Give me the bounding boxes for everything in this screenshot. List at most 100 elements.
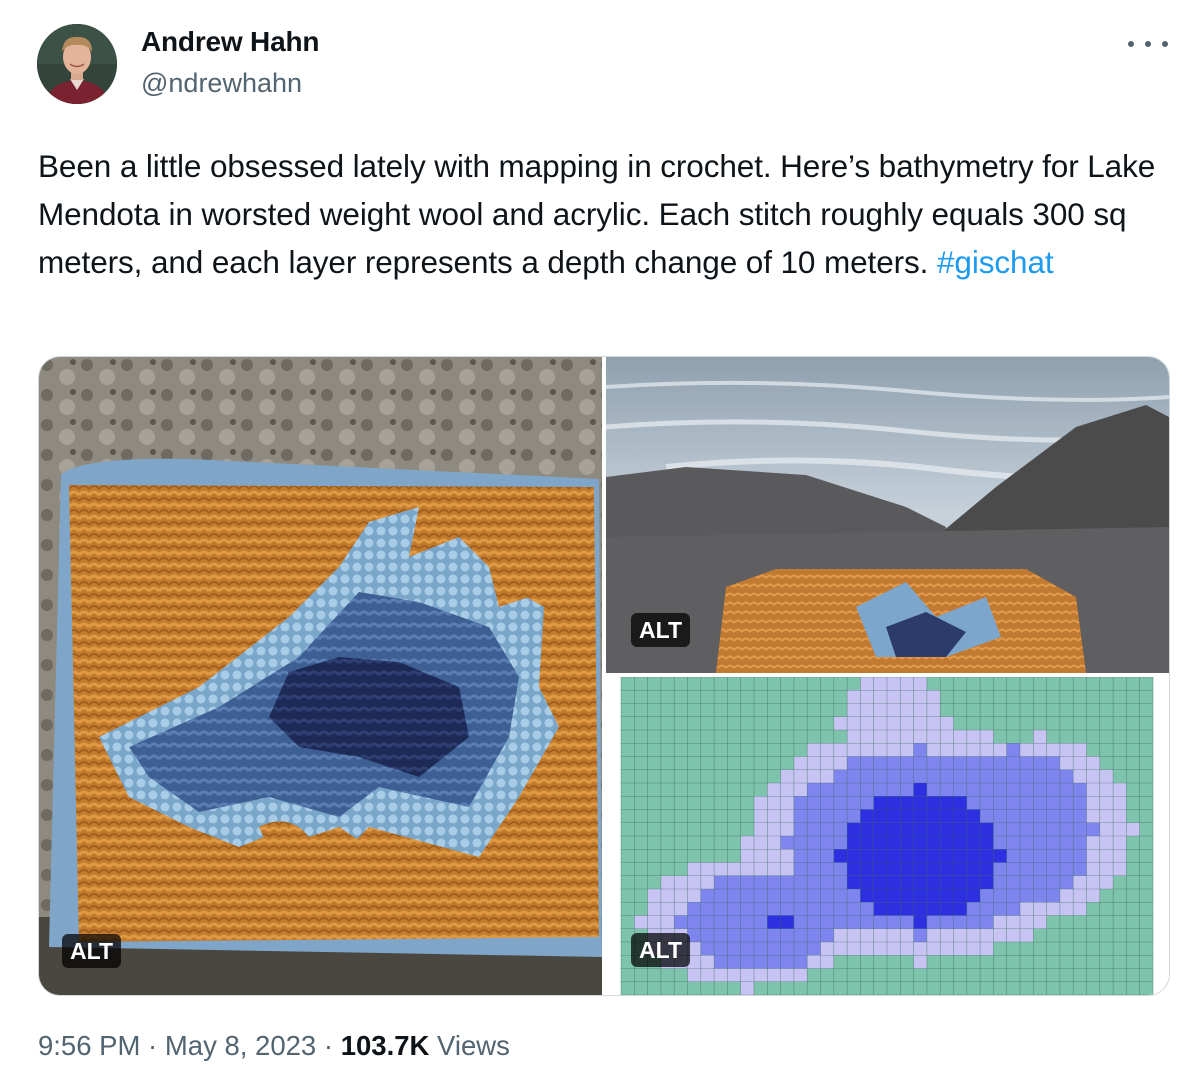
avatar[interactable] bbox=[37, 24, 117, 104]
grid-cell bbox=[1033, 743, 1047, 757]
grid-cell bbox=[1059, 836, 1074, 850]
grid-cell bbox=[1113, 796, 1127, 810]
grid-cell bbox=[780, 849, 794, 863]
grid-cell bbox=[820, 836, 834, 850]
tweet-date[interactable]: May 8, 2023 bbox=[165, 1030, 316, 1061]
grid-cell bbox=[887, 902, 901, 916]
grid-cell bbox=[900, 836, 914, 850]
alt-badge[interactable]: ALT bbox=[631, 613, 691, 647]
grid-cell bbox=[754, 955, 768, 969]
grid-cell bbox=[993, 902, 1007, 916]
grid-cell bbox=[714, 928, 728, 942]
grid-cell bbox=[966, 942, 981, 956]
grid-cell bbox=[793, 769, 808, 783]
author-name[interactable]: Andrew Hahn bbox=[141, 26, 319, 58]
grid-map-image[interactable]: ALT bbox=[606, 677, 1169, 995]
grid-cell bbox=[953, 769, 967, 783]
grid-cell bbox=[1099, 783, 1114, 797]
grid-cell bbox=[1086, 849, 1100, 863]
grid-cell bbox=[1099, 796, 1114, 810]
grid-cell bbox=[900, 849, 914, 863]
grid-cell bbox=[1046, 875, 1060, 889]
grid-cell bbox=[900, 889, 914, 903]
grid-cell bbox=[714, 955, 728, 969]
grid-cell bbox=[980, 889, 994, 903]
grid-cell bbox=[860, 756, 874, 770]
grid-cell bbox=[953, 822, 967, 836]
grid-cell bbox=[913, 730, 927, 744]
grid-cell bbox=[793, 862, 808, 876]
grid-cell bbox=[980, 915, 994, 929]
grid-cell bbox=[1006, 783, 1020, 797]
grid-cell bbox=[993, 783, 1007, 797]
grid-cell bbox=[980, 836, 994, 850]
grid-cell bbox=[780, 862, 794, 876]
grid-cell bbox=[700, 889, 715, 903]
alt-badge[interactable]: ALT bbox=[62, 934, 122, 968]
grid-cell bbox=[820, 928, 834, 942]
grid-cell bbox=[1126, 822, 1140, 836]
grid-cell bbox=[1006, 889, 1020, 903]
grid-cell bbox=[820, 796, 834, 810]
grid-cell bbox=[966, 862, 981, 876]
grid-cell bbox=[1020, 783, 1034, 797]
hashtag-link[interactable]: #gischat bbox=[937, 244, 1054, 280]
author-handle[interactable]: @ndrewhahn bbox=[141, 68, 302, 99]
grid-cell bbox=[1099, 809, 1114, 823]
grid-cell bbox=[740, 849, 754, 863]
grid-cell bbox=[860, 690, 874, 704]
alt-badge[interactable]: ALT bbox=[631, 933, 691, 967]
grid-cell bbox=[980, 809, 994, 823]
grid-cell bbox=[1020, 875, 1034, 889]
grid-cell bbox=[940, 809, 954, 823]
grid-cell bbox=[873, 862, 887, 876]
grid-cell bbox=[860, 769, 874, 783]
tweet-text: Been a little obsessed lately with mappi… bbox=[38, 142, 1178, 286]
grid-cell bbox=[926, 716, 941, 730]
grid-cell bbox=[887, 690, 901, 704]
more-options-button[interactable] bbox=[1128, 34, 1168, 54]
grid-cell bbox=[913, 889, 927, 903]
grid-cell bbox=[913, 955, 927, 969]
grid-cell bbox=[873, 822, 887, 836]
grid-cell bbox=[727, 942, 741, 956]
grid-cell bbox=[966, 902, 981, 916]
grid-cell bbox=[940, 796, 954, 810]
tweet-time[interactable]: 9:56 PM bbox=[38, 1030, 140, 1061]
grid-cell bbox=[780, 968, 794, 982]
grid-cell bbox=[820, 849, 834, 863]
grid-cell bbox=[953, 849, 967, 863]
grid-cell bbox=[1046, 783, 1060, 797]
grid-cell bbox=[873, 769, 887, 783]
grid-cell bbox=[966, 822, 981, 836]
grid-cell bbox=[860, 743, 874, 757]
grid-cell bbox=[833, 743, 848, 757]
grid-cell bbox=[780, 796, 794, 810]
grid-cell bbox=[674, 889, 688, 903]
grid-cell bbox=[820, 756, 834, 770]
grid-cell bbox=[793, 875, 808, 889]
grid-cell bbox=[966, 809, 981, 823]
grid-cell bbox=[1006, 875, 1020, 889]
rocks-photo[interactable]: ALT bbox=[606, 357, 1169, 673]
grid-cell bbox=[980, 796, 994, 810]
grid-cell bbox=[1046, 902, 1060, 916]
grid-cell bbox=[833, 889, 848, 903]
grid-cell bbox=[767, 822, 781, 836]
grid-cell bbox=[833, 769, 848, 783]
grid-cell bbox=[807, 889, 821, 903]
grid-cell bbox=[793, 902, 808, 916]
grid-cell bbox=[926, 915, 941, 929]
grid-cell bbox=[754, 849, 768, 863]
grid-cell bbox=[887, 756, 901, 770]
grid-cell bbox=[980, 730, 994, 744]
grid-cell bbox=[1033, 862, 1047, 876]
grid-cell bbox=[913, 690, 927, 704]
grid-cell bbox=[860, 942, 874, 956]
grid-cell bbox=[687, 862, 701, 876]
crochet-photo[interactable]: ALT bbox=[39, 357, 602, 995]
grid-cell bbox=[993, 928, 1007, 942]
grid-cell bbox=[1020, 849, 1034, 863]
grid-cell bbox=[807, 836, 821, 850]
grid-cell bbox=[900, 730, 914, 744]
